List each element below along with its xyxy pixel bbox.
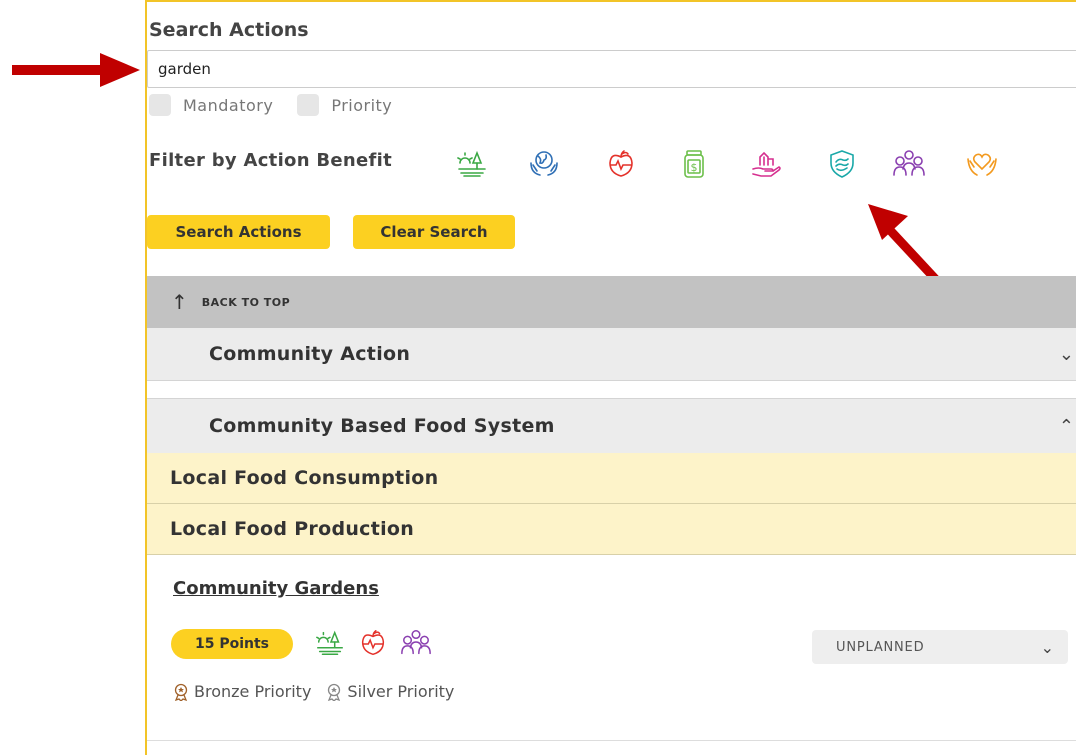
apple-health-icon bbox=[357, 627, 389, 659]
subcategory-local-food-consumption[interactable]: Local Food Consumption bbox=[147, 453, 1076, 504]
silver-priority-label: Silver Priority bbox=[347, 682, 455, 701]
priority-checkbox[interactable] bbox=[297, 94, 320, 116]
category-title: Community Based Food System bbox=[209, 415, 555, 437]
heart-hands-icon[interactable] bbox=[965, 147, 999, 181]
apple-health-icon[interactable] bbox=[604, 147, 638, 181]
community-icon[interactable] bbox=[892, 147, 926, 181]
points-badge: 15 Points bbox=[171, 629, 293, 659]
environment-icon bbox=[314, 627, 346, 659]
shield-icon[interactable] bbox=[825, 147, 859, 181]
action-title-link[interactable]: Community Gardens bbox=[173, 578, 379, 599]
status-value: UNPLANNED bbox=[836, 639, 925, 655]
money-jar-icon[interactable]: $ bbox=[677, 147, 711, 181]
mandatory-label: Mandatory bbox=[183, 95, 274, 115]
chevron-down-icon: ⌄ bbox=[1058, 343, 1074, 365]
back-to-top-label: BACK TO TOP bbox=[201, 295, 291, 309]
arrow-up-icon: ↑ bbox=[171, 290, 188, 314]
clear-search-button[interactable]: Clear Search bbox=[353, 215, 515, 249]
community-icon bbox=[400, 627, 432, 659]
priority-label: Priority bbox=[331, 95, 393, 115]
globe-hands-icon[interactable] bbox=[527, 147, 561, 181]
search-actions-button[interactable]: Search Actions bbox=[147, 215, 330, 249]
chevron-down-icon: ⌄ bbox=[1040, 637, 1054, 657]
divider bbox=[147, 740, 1076, 741]
category-community-action[interactable]: Community Action ⌄ bbox=[147, 328, 1076, 381]
hand-building-icon[interactable] bbox=[749, 147, 783, 181]
bronze-priority-label: Bronze Priority bbox=[194, 682, 312, 701]
search-input[interactable] bbox=[147, 50, 1076, 88]
annotation-arrow-left bbox=[12, 53, 140, 87]
category-title: Community Action bbox=[209, 343, 411, 365]
chevron-up-icon: ⌃ bbox=[1058, 415, 1074, 437]
subcategory-title: Local Food Production bbox=[170, 518, 415, 540]
benefit-filter-icons: $ bbox=[147, 147, 1076, 181]
back-to-top-bar[interactable]: ↑ BACK TO TOP bbox=[147, 276, 1076, 328]
search-panel: Search Actions Mandatory Priority Filter… bbox=[145, 0, 1076, 755]
search-options: Mandatory Priority bbox=[149, 94, 416, 116]
mandatory-checkbox[interactable] bbox=[149, 94, 171, 116]
svg-text:$: $ bbox=[691, 161, 698, 174]
subcategory-title: Local Food Consumption bbox=[170, 467, 439, 489]
bronze-medal-icon bbox=[172, 683, 190, 701]
silver-medal-icon bbox=[325, 683, 343, 701]
status-dropdown[interactable]: UNPLANNED ⌄ bbox=[812, 630, 1068, 664]
priority-badges: Bronze Priority Silver Priority bbox=[172, 682, 454, 701]
category-community-based-food-system[interactable]: Community Based Food System ⌃ bbox=[147, 398, 1076, 454]
subcategory-local-food-production[interactable]: Local Food Production bbox=[147, 504, 1076, 555]
search-title: Search Actions bbox=[149, 19, 309, 41]
environment-icon[interactable] bbox=[455, 147, 489, 181]
